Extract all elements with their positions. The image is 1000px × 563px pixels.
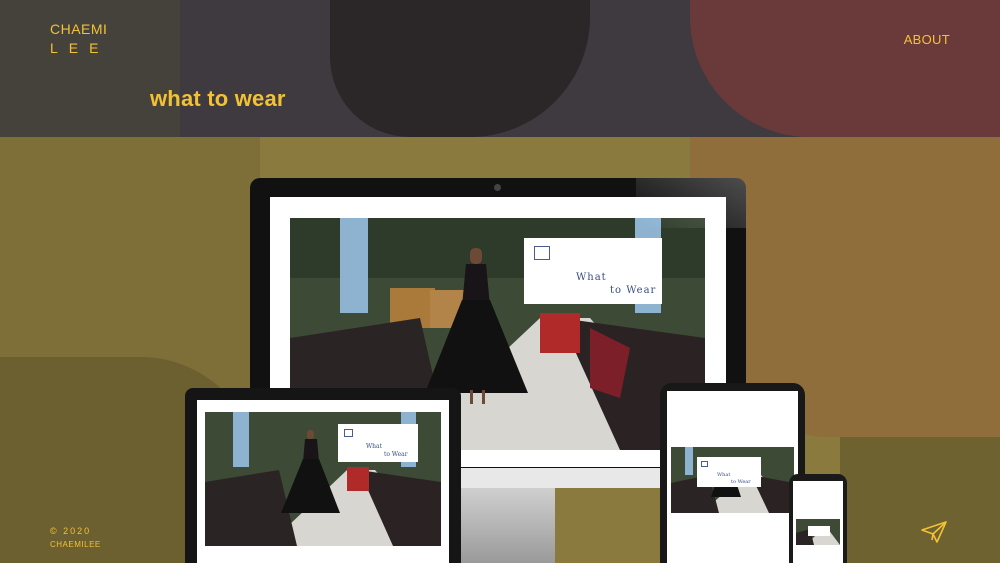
phone-title-card <box>808 526 830 536</box>
tablet-title-card: What to Wear <box>697 457 761 487</box>
hanger-icon <box>701 461 708 467</box>
footer-name: CHAEMILEE <box>50 540 101 549</box>
phone-hero-image <box>796 519 840 545</box>
brand-logo[interactable]: CHAEMI LEE <box>50 20 109 58</box>
card-title-line2: to Wear <box>731 479 751 485</box>
tablet-mockup: What to Wear <box>660 383 805 563</box>
hanger-icon <box>344 429 353 437</box>
card-title-line1: What <box>366 443 383 450</box>
laptop-title-card: What to Wear <box>338 424 418 462</box>
screen-glare <box>636 178 746 228</box>
imac-stand <box>445 488 555 563</box>
card-title-line2: to Wear <box>384 451 408 458</box>
phone-screen <box>793 481 843 563</box>
paper-plane-icon[interactable] <box>920 520 948 544</box>
brand-first-name: CHAEMI <box>50 21 108 37</box>
card-title-line1: What <box>576 272 607 283</box>
laptop-hero-image: What to Wear <box>205 412 441 546</box>
imac-title-card: What to Wear <box>524 238 662 304</box>
tablet-hero-image: What to Wear <box>671 447 794 513</box>
card-title-line1: What <box>717 472 731 478</box>
brand-last-name: LEE <box>50 40 110 56</box>
footer-copyright: © 2020 <box>50 526 92 536</box>
header-band <box>0 0 1000 137</box>
page-title: what to wear <box>150 86 286 111</box>
nav-about-link[interactable]: ABOUT <box>904 32 950 47</box>
laptop-screen: What to Wear <box>197 400 449 563</box>
tablet-screen: What to Wear <box>667 391 798 563</box>
laptop-mockup: What to Wear <box>185 388 461 563</box>
phone-mockup <box>789 474 847 563</box>
card-title-line2: to Wear <box>610 285 657 296</box>
hanger-icon <box>534 246 550 260</box>
camera-dot <box>494 184 501 191</box>
